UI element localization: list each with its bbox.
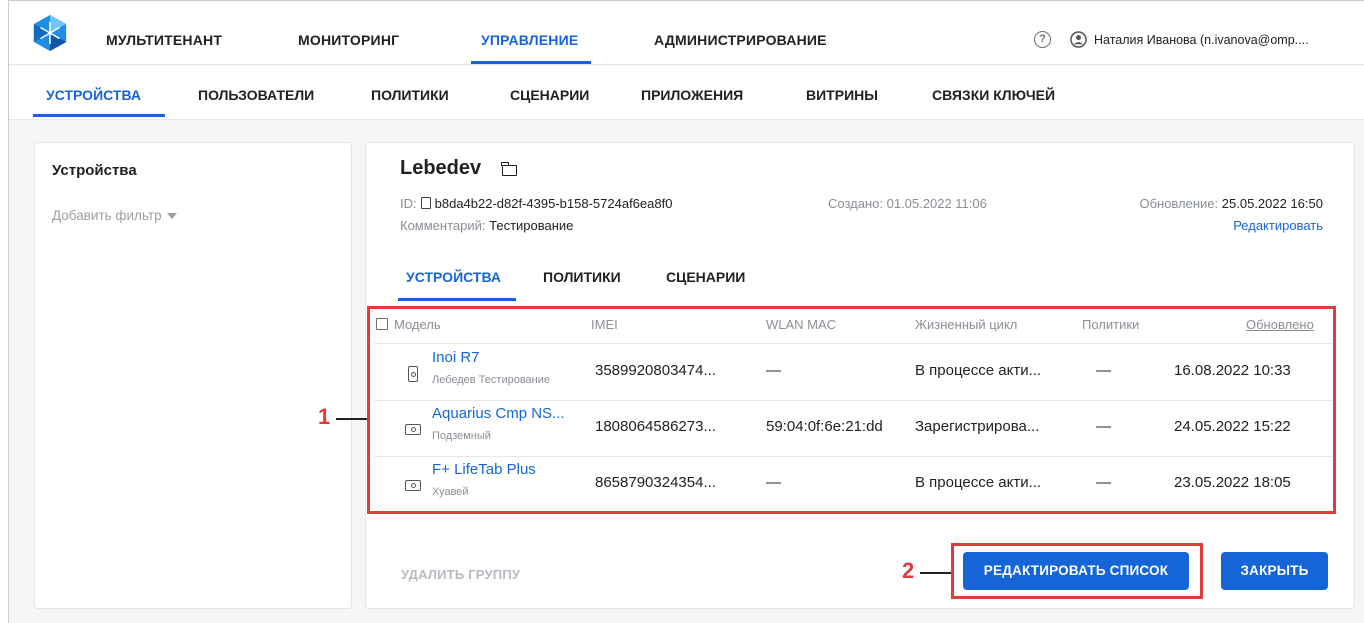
delete-group-button[interactable]: УДАЛИТЬ ГРУППУ — [401, 567, 520, 582]
inner-tab-scenarios[interactable]: СЦЕНАРИИ — [666, 269, 745, 285]
tab-scenarios[interactable]: СЦЕНАРИИ — [510, 87, 589, 103]
sub-navigation: УСТРОЙСТВА ПОЛЬЗОВАТЕЛИ ПОЛИТИКИ СЦЕНАРИ… — [9, 66, 1364, 120]
nav-monitoring[interactable]: МОНИТОРИНГ — [298, 32, 399, 48]
help-icon[interactable]: ? — [1034, 31, 1051, 48]
tab-users[interactable]: ПОЛЬЗОВАТЕЛИ — [198, 87, 314, 103]
group-id: ID: b8da4b22-d82f-4395-b158-5724af6ea8f0 — [400, 196, 673, 211]
copy-icon[interactable] — [420, 197, 431, 209]
updated-value: 25.05.2022 16:50 — [1221, 196, 1323, 211]
group-name: Lebedev — [400, 157, 482, 179]
folder-icon — [501, 162, 517, 176]
nav-management[interactable]: УПРАВЛЕНИЕ — [481, 32, 578, 48]
updated-date: Обновление: 25.05.2022 16:50 — [1139, 196, 1323, 211]
user-name[interactable]: Наталия Иванова (n.ivanova@omp.... — [1094, 33, 1309, 47]
edit-group-link[interactable]: Редактировать — [1233, 218, 1323, 233]
annotation-box-table — [367, 306, 1336, 514]
annotation-pointer-1 — [336, 418, 367, 420]
tab-policies[interactable]: ПОЛИТИКИ — [371, 87, 449, 103]
active-subtab-indicator — [33, 114, 165, 117]
inner-tab-policies[interactable]: ПОЛИТИКИ — [543, 269, 621, 285]
filter-panel: Устройства Добавить фильтр — [34, 142, 352, 609]
close-button[interactable]: ЗАКРЫТЬ — [1221, 552, 1328, 590]
annotation-label-1: 1 — [318, 404, 331, 429]
inner-tab-devices[interactable]: УСТРОЙСТВА — [406, 269, 501, 285]
created-date: Создано: 01.05.2022 11:06 — [828, 196, 987, 211]
group-comment: Комментарий: Тестирование — [400, 218, 574, 233]
nav-administration[interactable]: АДМИНИСТРИРОВАНИЕ — [654, 32, 827, 48]
active-nav-indicator — [471, 61, 591, 64]
chevron-down-icon — [166, 213, 177, 220]
group-comment-value: Тестирование — [489, 218, 574, 233]
tab-storefronts[interactable]: ВИТРИНЫ — [806, 87, 878, 103]
active-inner-tab-indicator — [398, 298, 516, 301]
app-logo — [33, 14, 67, 52]
group-id-value: b8da4b22-d82f-4395-b158-5724af6ea8f0 — [434, 196, 673, 211]
created-value: 01.05.2022 11:06 — [886, 196, 987, 211]
panel-title: Устройства — [52, 162, 137, 179]
add-filter-label: Добавить фильтр — [52, 208, 162, 223]
nav-multitenant[interactable]: МУЛЬТИТЕНАНТ — [106, 32, 222, 48]
tab-applications[interactable]: ПРИЛОЖЕНИЯ — [641, 87, 743, 103]
add-filter-dropdown[interactable]: Добавить фильтр — [52, 208, 177, 223]
tab-keychains[interactable]: СВЯЗКИ КЛЮЧЕЙ — [932, 87, 1055, 103]
annotation-box-button — [951, 543, 1203, 599]
user-icon[interactable] — [1070, 31, 1087, 48]
top-bar: МУЛЬТИТЕНАНТ МОНИТОРИНГ УПРАВЛЕНИЕ АДМИН… — [9, 1, 1364, 65]
annotation-label-2: 2 — [902, 558, 915, 583]
annotation-pointer-2 — [920, 572, 951, 574]
tab-devices[interactable]: УСТРОЙСТВА — [46, 87, 141, 103]
